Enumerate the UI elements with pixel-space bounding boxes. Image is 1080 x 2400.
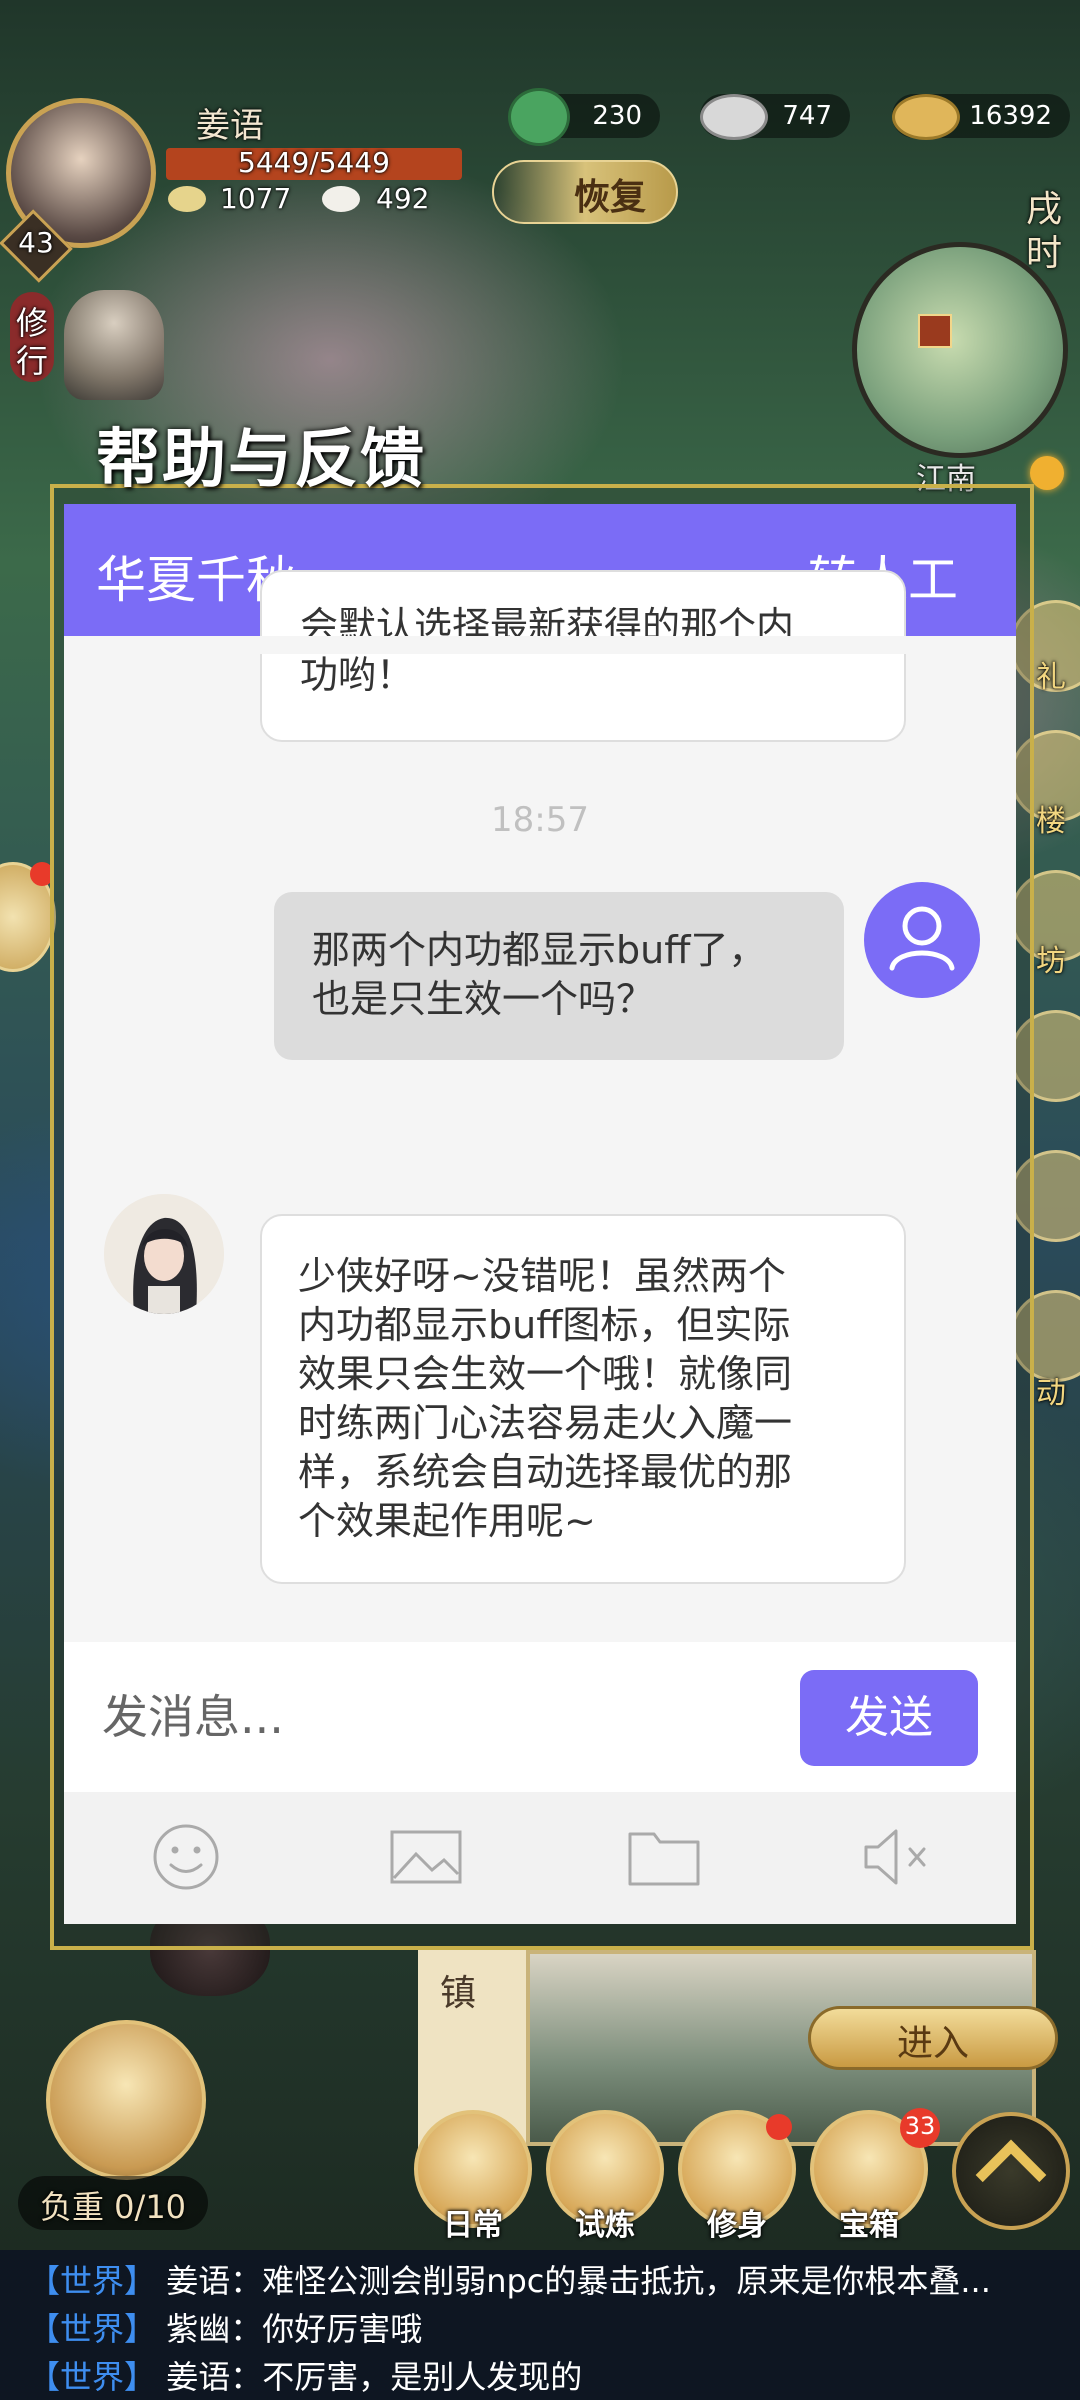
map-marker-icon <box>918 314 952 348</box>
agent-avatar <box>104 1194 224 1314</box>
user-icon <box>889 906 955 971</box>
nav-cultivate-label: 修身 <box>707 2208 767 2243</box>
world-chat[interactable]: 【世界】 姜语：难怪公测会削弱npc的暴击抵抗，原来是你根本叠... 【世界】 … <box>0 2250 1080 2400</box>
emoji-icon[interactable] <box>146 1822 226 1892</box>
gold-icon <box>892 94 960 140</box>
agent-message-line-4: 时练两门心法容易走火入魔一 <box>298 1401 793 1445</box>
jade-icon <box>508 88 570 146</box>
nav-chest-label: 宝箱 <box>839 2208 899 2243</box>
user-avatar <box>864 882 980 998</box>
market-stall-button[interactable] <box>46 2020 206 2180</box>
rice-icon <box>168 186 206 212</box>
side-label-tower: 楼 <box>1036 804 1066 839</box>
chest-badge-count: 33 <box>904 2112 936 2140</box>
resource-2-value: 747 <box>782 101 832 131</box>
image-icon[interactable] <box>386 1822 466 1892</box>
side-label-event: 动 <box>1036 1376 1066 1411</box>
channel-tag: 【世界】 <box>28 2310 157 2348</box>
message-input[interactable] <box>64 1642 824 1792</box>
message-timestamp: 18:57 <box>491 800 589 840</box>
enter-label: 进入 <box>896 2023 969 2064</box>
folder-icon[interactable] <box>624 1822 704 1892</box>
input-bar: 发送 <box>64 1642 1016 1792</box>
cultivate-label-2: 行 <box>16 342 49 380</box>
hp-text: 5449/5449 <box>238 146 390 179</box>
sun-icon <box>1030 456 1064 490</box>
channel-tag: 【世界】 <box>28 2262 157 2300</box>
user-message-bubble: 那两个内功都显示buff了， 也是只生效一个吗？ <box>274 892 844 1060</box>
agent-message-bubble: 少侠好呀~没错呢！虽然两个 内功都显示buff图标，但实际 效果只会生效一个哦！… <box>260 1214 906 1584</box>
agent-message-line-1: 少侠好呀~没错呢！虽然两个 <box>298 1254 786 1298</box>
stat-a-value: 1077 <box>220 182 292 215</box>
chat-panel: 华夏千秋 转人工 会默认选择最新获得的那个内 功哟！ 18:57 那两个内功都显… <box>64 504 1016 1924</box>
agent-message-line-3: 效果只会生效一个哦！就像同 <box>298 1352 793 1396</box>
bun-icon <box>322 186 360 212</box>
chat-text: 姜语：不厉害，是别人发现的 <box>166 2358 583 2396</box>
resource-1-value: 230 <box>592 101 642 131</box>
attachment-toolbar <box>64 1792 1016 1924</box>
stat-b-value: 492 <box>376 182 430 215</box>
chat-text: 紫幽：你好厉害哦 <box>166 2310 423 2348</box>
modal-title: 帮助与反馈 <box>96 423 426 497</box>
agent-message-line-2: 内功都显示buff图标，但实际 <box>298 1303 791 1347</box>
user-message-line-2: 也是只生效一个吗？ <box>312 977 655 1021</box>
silver-icon <box>700 94 768 140</box>
channel-tag: 【世界】 <box>28 2358 157 2396</box>
companion-figure <box>64 290 164 400</box>
nav-trial-label: 试炼 <box>575 2208 635 2243</box>
restore-label: 恢复 <box>574 176 647 218</box>
side-label-workshop: 坊 <box>1036 944 1066 979</box>
resource-3-value: 16392 <box>969 101 1052 131</box>
user-message-line-1: 那两个内功都显示buff了， <box>312 928 767 972</box>
chat-text: 姜语：难怪公测会削弱npc的暴击抵抗，原来是你根本叠... <box>166 2262 991 2300</box>
agent-portrait-icon <box>104 1194 224 1314</box>
side-label-gift: 礼 <box>1036 660 1066 695</box>
agent-message-bubble-prev: 会默认选择最新获得的那个内 功哟！ <box>260 570 906 742</box>
minimap[interactable] <box>852 242 1068 458</box>
nav-cultivate-dot <box>766 2114 792 2140</box>
agent-message-line-5: 样，系统会自动选择最优的那 <box>298 1450 793 1494</box>
town-label: 镇 <box>440 1973 477 2014</box>
send-button[interactable]: 发送 <box>800 1670 978 1766</box>
player-name: 姜语 <box>196 106 264 146</box>
nav-daily-label: 日常 <box>443 2208 503 2243</box>
mute-icon[interactable] <box>858 1822 938 1892</box>
header-shadow <box>64 636 1016 654</box>
agent-message-prev-line-2: 功哟！ <box>300 653 415 697</box>
agent-message-line-6: 个效果起作用呢~ <box>298 1499 596 1543</box>
load-label: 负重 0/10 <box>40 2188 187 2226</box>
world-chat-line: 【世界】 紫幽：你好厉害哦 <box>28 2304 422 2350</box>
level-text: 43 <box>18 226 54 259</box>
world-chat-line: 【世界】 姜语：难怪公测会削弱npc的暴击抵抗，原来是你根本叠... <box>28 2256 991 2302</box>
world-chat-line: 【世界】 姜语：不厉害，是别人发现的 <box>28 2352 582 2398</box>
